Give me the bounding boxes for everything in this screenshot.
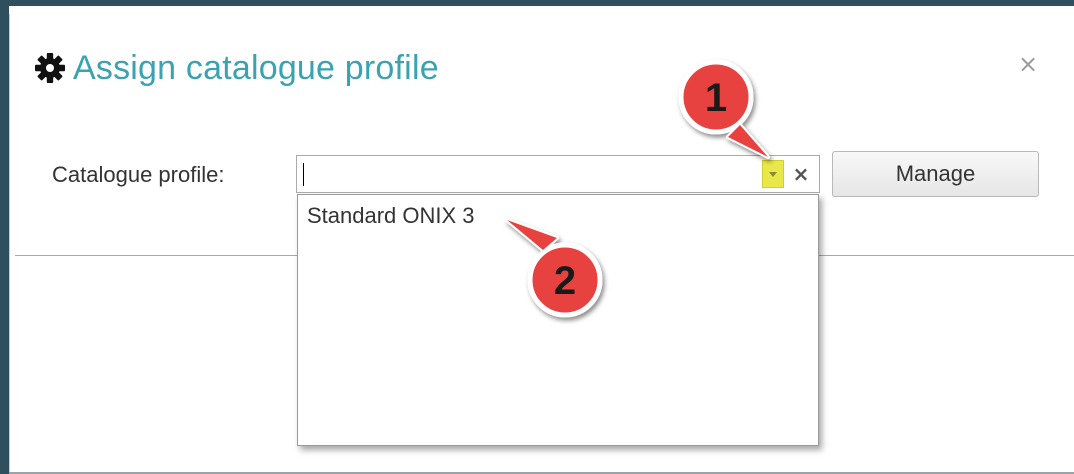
dialog-title: Assign catalogue profile	[73, 48, 439, 87]
manage-button[interactable]: Manage	[832, 151, 1039, 197]
callout-1-number: 1	[705, 76, 727, 120]
dialog-top-edge	[9, 6, 1074, 14]
dialog-header: Assign catalogue profile	[33, 46, 439, 90]
callout-1-icon: 1	[678, 59, 770, 159]
callout-2-number: 2	[554, 259, 576, 303]
gear-icon	[35, 53, 65, 83]
text-caret	[303, 163, 304, 186]
list-item[interactable]: Standard ONIX 3	[307, 203, 475, 229]
close-icon[interactable]: ×	[1016, 52, 1040, 76]
clear-selection-button[interactable]: ×	[790, 160, 812, 188]
callout-2-icon: 2	[505, 218, 603, 318]
catalogue-profile-label: Catalogue profile:	[52, 162, 225, 187]
dialog-left-edge	[9, 14, 16, 474]
